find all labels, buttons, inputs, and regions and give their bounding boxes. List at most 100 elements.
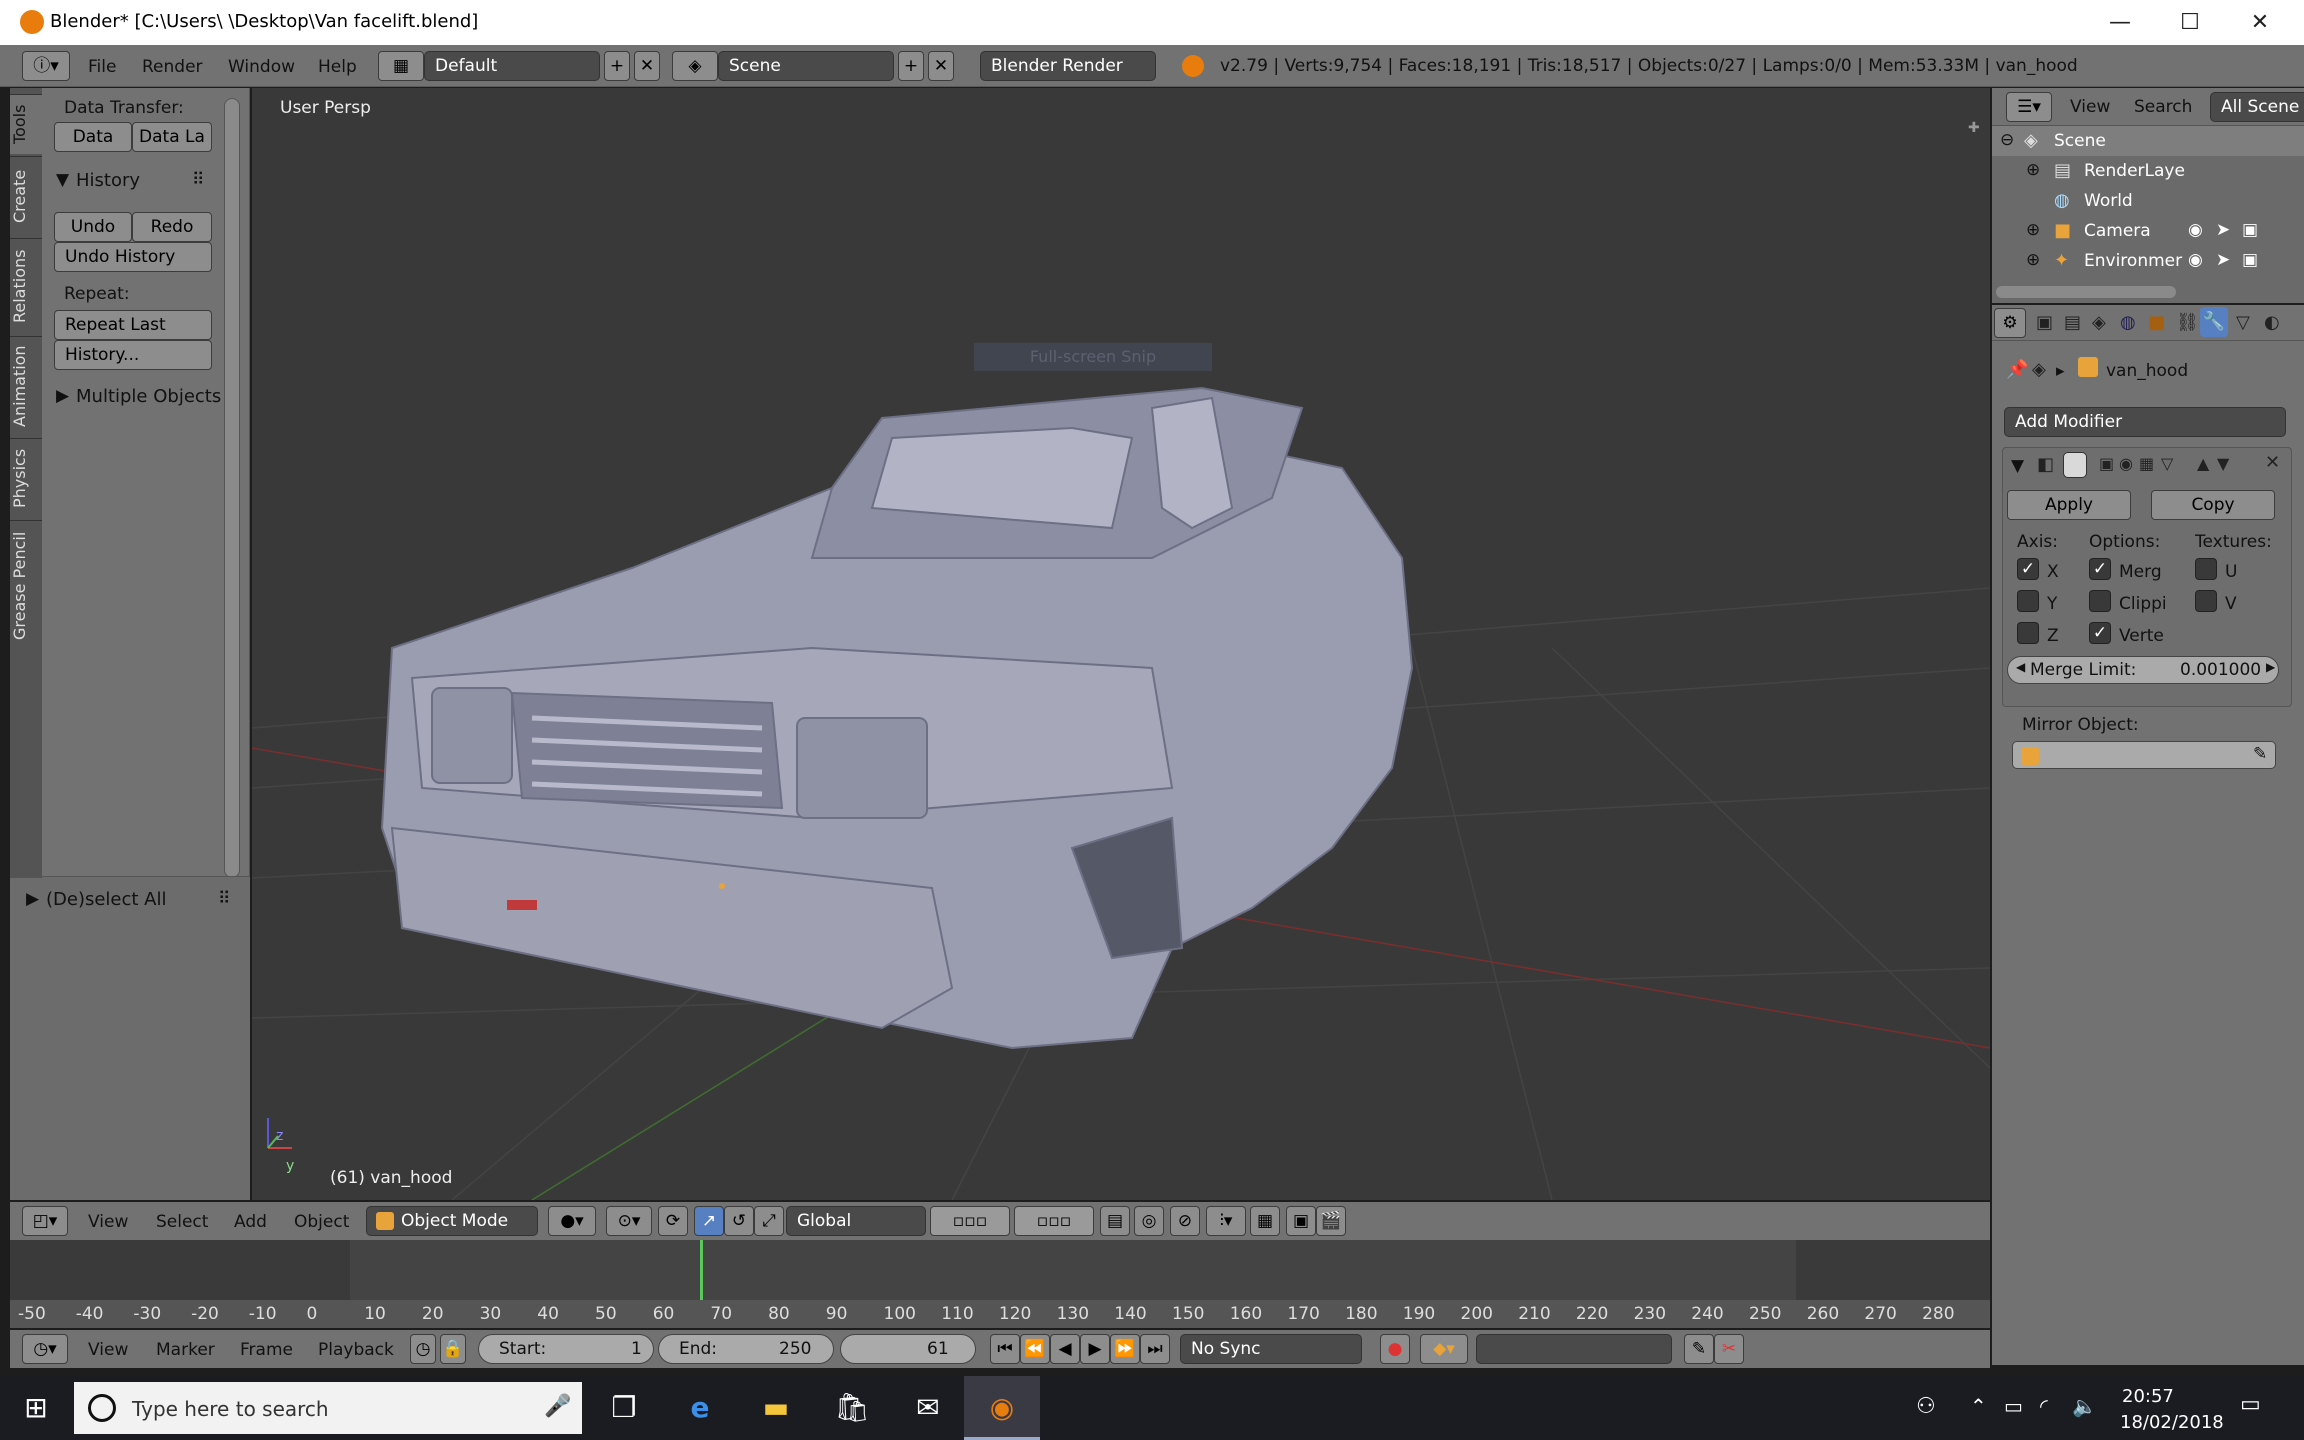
delete-keyframe-icon[interactable]: ✂	[1714, 1334, 1744, 1364]
task-view-icon[interactable]: ❐	[588, 1376, 660, 1440]
current-frame-field[interactable]: 61	[840, 1334, 976, 1364]
history-panel-title[interactable]: History	[76, 170, 140, 191]
redo-button[interactable]: Redo	[132, 212, 212, 242]
merge-limit-field[interactable]: ◀ Merge Limit: 0.001000 ▶	[2007, 656, 2279, 684]
jump-start-icon[interactable]: ⏮	[990, 1334, 1020, 1364]
renderable-camera-icon[interactable]: ▣	[2242, 250, 2258, 270]
axis-y-checkbox[interactable]	[2017, 590, 2039, 612]
cage-toggle-icon[interactable]: ▽	[2161, 454, 2173, 473]
menu-render[interactable]: Render	[142, 57, 203, 77]
outliner-label[interactable]: Scene	[2054, 131, 2106, 151]
outliner-label[interactable]: Environmer	[2084, 251, 2182, 271]
move-down-icon[interactable]: ▼	[2217, 454, 2229, 473]
multiple-objects-panel[interactable]: Multiple Objects	[76, 386, 221, 407]
remove-screen-icon[interactable]: ✕	[634, 51, 660, 81]
collapse-icon[interactable]: ⊖	[2000, 130, 2014, 150]
edge-browser-icon[interactable]: e	[664, 1376, 736, 1440]
file-explorer-icon[interactable]: ▬	[740, 1376, 812, 1440]
panel-drag-grip-icon[interactable]: ⠿	[192, 170, 204, 190]
editmode-toggle-icon[interactable]: ▦	[2139, 454, 2154, 473]
pin-icon[interactable]: 📌	[2006, 359, 2028, 380]
scale-icon[interactable]: ⤢	[754, 1206, 784, 1236]
viewport-shading-icon[interactable]: ●▾	[548, 1206, 596, 1236]
scene-tab-icon[interactable]: ◈	[2092, 312, 2106, 333]
tab-tools[interactable]: Tools	[10, 94, 42, 154]
add-scene-icon[interactable]: +	[898, 51, 924, 81]
proportional-edit-icon[interactable]: ◎	[1134, 1206, 1164, 1236]
visibility-eye-icon[interactable]: ◉	[2188, 220, 2203, 240]
add-menu[interactable]: Add	[234, 1212, 267, 1232]
view-menu[interactable]: View	[88, 1212, 128, 1232]
apply-button[interactable]: Apply	[2007, 490, 2131, 520]
material-tab-icon[interactable]: ◐	[2264, 312, 2280, 333]
menu-file[interactable]: File	[88, 57, 116, 77]
tab-relations[interactable]: Relations	[10, 238, 42, 334]
move-up-icon[interactable]: ▲	[2197, 454, 2209, 473]
add-modifier-dropdown[interactable]: Add Modifier	[2004, 407, 2286, 437]
tab-grease-pencil[interactable]: Grease Pencil	[10, 520, 42, 650]
outliner-filter-dropdown[interactable]: All Scene	[2210, 92, 2304, 122]
outliner-item-camera[interactable]: ⊕ ■ Camera ◉ ➤ ▣	[1992, 216, 2304, 246]
timeline-area[interactable]	[10, 1240, 1990, 1308]
tab-create[interactable]: Create	[10, 156, 42, 236]
timeline-ruler[interactable]: -50 -40 -30 -20 -10 0 10 20 30 40 50 60 70 80 90 100 110…	[10, 1300, 1990, 1328]
lock-layers-icon[interactable]: ▤	[1100, 1206, 1130, 1236]
opengl-render-icon[interactable]: ▣	[1286, 1206, 1316, 1236]
outliner-label[interactable]: RenderLaye	[2084, 161, 2185, 181]
undo-history-button[interactable]: Undo History	[54, 242, 212, 272]
modifier-collapse-icon[interactable]: ▼	[2011, 456, 2024, 476]
keying-set-field[interactable]	[1476, 1334, 1672, 1364]
scene-icon[interactable]: ◈	[672, 51, 718, 81]
operator-toggle-icon[interactable]: ▶	[26, 889, 39, 909]
jump-keyframe-forward-icon[interactable]: ⏩	[1110, 1334, 1140, 1364]
texture-u-checkbox[interactable]	[2195, 558, 2217, 580]
battery-icon[interactable]: ▭	[2004, 1394, 2023, 1418]
outliner-editor-icon[interactable]: ☰▾	[2006, 92, 2052, 122]
close-icon[interactable]: ✕	[2225, 0, 2295, 45]
eyedropper-icon[interactable]: ✎	[2253, 744, 2267, 764]
history-panel-toggle-icon[interactable]: ▼	[56, 170, 69, 190]
outliner-item-world[interactable]: ◍ World	[1992, 186, 2304, 216]
clock-date[interactable]: 18/02/2018	[2120, 1412, 2224, 1433]
screen-layout-field[interactable]: Default	[424, 51, 600, 81]
outliner-item-environment[interactable]: ⊕ ✦ Environmer ◉ ➤ ▣	[1992, 246, 2304, 276]
history-button[interactable]: History...	[54, 340, 212, 370]
translate-icon[interactable]: ↗	[694, 1206, 724, 1236]
render-toggle-icon[interactable]: ▣	[2099, 454, 2114, 473]
axis-x-checkbox[interactable]: ✓	[2017, 558, 2039, 580]
current-frame-line[interactable]	[700, 1240, 703, 1304]
tab-physics[interactable]: Physics	[10, 438, 42, 518]
merge-checkbox[interactable]: ✓	[2089, 558, 2111, 580]
maximize-icon[interactable]: ☐	[2155, 0, 2225, 45]
opengl-animation-icon[interactable]: 🎬	[1316, 1206, 1346, 1236]
selectable-cursor-icon[interactable]: ➤	[2216, 220, 2230, 240]
world-tab-icon[interactable]: ◍	[2120, 312, 2136, 333]
merge-limit-decrement-icon[interactable]: ◀	[2016, 660, 2025, 674]
render-tab-icon[interactable]: ▣	[2036, 312, 2053, 333]
timeline-view-menu[interactable]: View	[88, 1340, 128, 1360]
outliner-menu-search[interactable]: Search	[2134, 97, 2192, 117]
editor-type-info-icon[interactable]: ⓘ▾	[22, 51, 70, 81]
select-menu[interactable]: Select	[156, 1212, 208, 1232]
texture-v-checkbox[interactable]	[2195, 590, 2217, 612]
clipping-checkbox[interactable]	[2089, 590, 2111, 612]
render-layers-tab-icon[interactable]: ▤	[2064, 312, 2081, 333]
toolshelf-scrollbar[interactable]	[224, 98, 240, 878]
object-tab-icon[interactable]: ■	[2148, 312, 2165, 333]
taskbar-search-box[interactable]: Type here to search 🎤	[74, 1382, 582, 1434]
timeline-frame-menu[interactable]: Frame	[240, 1340, 293, 1360]
mirror-object-field[interactable]: ✎	[2012, 741, 2276, 769]
show-hidden-icons[interactable]: ⌃	[1970, 1394, 1987, 1418]
outliner-label[interactable]: World	[2084, 191, 2133, 211]
multiple-objects-toggle-icon[interactable]: ▶	[56, 386, 69, 406]
menu-window[interactable]: Window	[228, 57, 295, 77]
minimize-icon[interactable]: —	[2085, 0, 2155, 45]
properties-editor-icon[interactable]: ⚙	[1994, 308, 2026, 338]
menu-help[interactable]: Help	[318, 57, 357, 77]
preview-range-icon[interactable]: ◷	[410, 1334, 436, 1364]
keying-set-icon[interactable]: ◆▾	[1420, 1334, 1468, 1364]
outliner-menu-view[interactable]: View	[2070, 97, 2110, 117]
3d-viewport[interactable]: User Persp Full-screen Snip z y (61) van…	[252, 88, 1990, 1200]
pivot-point-icon[interactable]: ⊙▾	[606, 1206, 652, 1236]
render-engine-dropdown[interactable]: Blender Render	[980, 51, 1156, 81]
